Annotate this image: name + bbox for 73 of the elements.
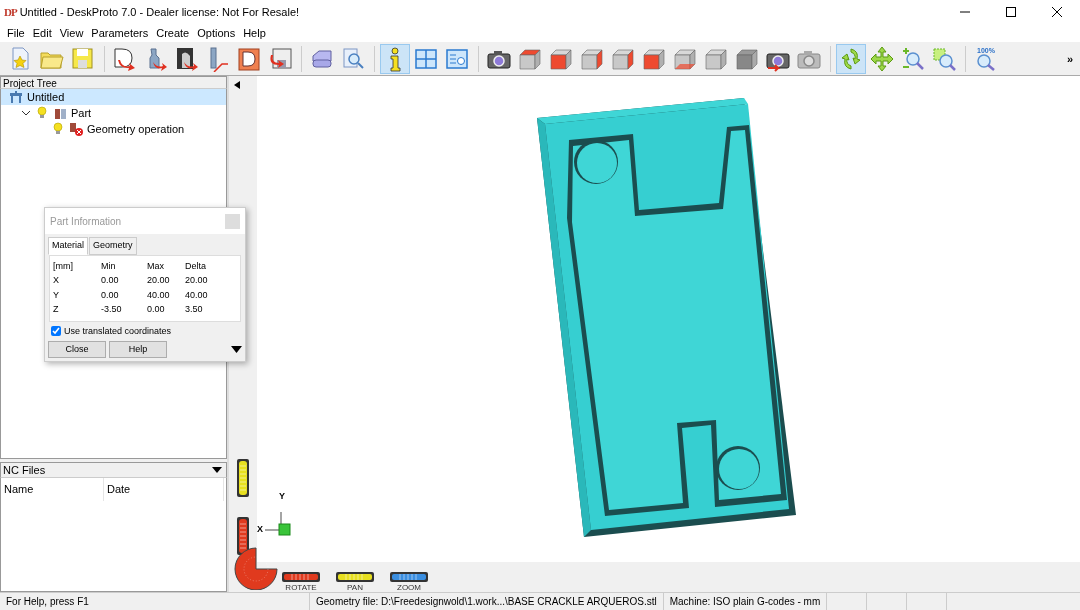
axis-label: Y — [279, 490, 285, 503]
lightbulb-icon — [51, 122, 65, 136]
menu-item[interactable]: View — [55, 24, 88, 42]
zoom-icon — [900, 45, 926, 72]
checkbox[interactable] — [51, 326, 61, 337]
more-tools-button[interactable]: » — [1062, 49, 1077, 68]
table-cell-text: 0.00 — [147, 303, 166, 316]
move-arrows-icon — [869, 45, 895, 72]
wheel-icon[interactable] — [390, 571, 428, 583]
table-cell-text: -3.50 — [101, 303, 123, 316]
table-cell-text: 0.00 — [101, 274, 120, 287]
wheel-icon[interactable] — [336, 571, 374, 583]
menu-item[interactable]: Create — [152, 24, 194, 42]
dropdown-arrow-icon[interactable] — [231, 346, 242, 353]
table-cell-text: 40.00 — [185, 288, 209, 302]
table-cell-text: Delta — [185, 259, 207, 273]
dialog-tab[interactable]: Geometry — [89, 237, 137, 255]
table-cell-text: 20.00 — [185, 274, 209, 287]
tree-item-label: Geometry operation — [87, 121, 185, 137]
table-cell-text: 20.00 — [147, 274, 171, 287]
checkbox-label: Use translated coordinates — [64, 324, 172, 338]
dialog-button[interactable]: Close — [48, 341, 106, 358]
pan-wheel[interactable] — [236, 458, 250, 498]
menu-item[interactable]: Help — [239, 24, 270, 42]
wheel-label: PAN — [347, 583, 363, 592]
app-logo: DP — [4, 4, 17, 20]
maximize-icon — [1006, 7, 1016, 17]
floppy-icon — [70, 45, 96, 72]
menu-item[interactable]: File — [3, 24, 29, 42]
table-cell-text: Min — [101, 259, 117, 273]
pane-title: Project Tree — [0, 76, 227, 89]
table-cell-text: 0.00 — [101, 288, 120, 302]
table-cell-text: 3.50 — [185, 303, 204, 316]
rotate-dial-icon[interactable] — [233, 546, 279, 590]
status-text: Machine: ISO plain G-codes - mm — [663, 593, 828, 610]
floppy-arrow-icon — [267, 45, 293, 72]
photo-arrow-icon — [174, 45, 200, 72]
window-title: Untitled - DeskProto 7.0 - Dealer license: Not For Resale! — [19, 4, 301, 20]
expanded-caret-icon[interactable] — [21, 108, 31, 118]
part-icon — [53, 106, 67, 120]
wheel-label: ZOOM — [397, 583, 421, 592]
wheel-label: ROTATE — [285, 583, 317, 592]
menu-item[interactable]: Edit — [28, 24, 56, 42]
operation-icon — [69, 122, 83, 136]
column-header[interactable]: Date — [104, 478, 224, 501]
lightbulb-icon — [35, 106, 49, 120]
tree-item-label: Part — [71, 105, 92, 121]
rotate-wheel[interactable] — [236, 516, 250, 556]
magnifier-icon — [976, 53, 996, 71]
table-cell-text: Z — [53, 303, 60, 316]
status-text: Geometry file: D:\Freedesignwold\1.work...\BASE CRACKLE ARQUEROS.stl — [310, 593, 664, 610]
tree-item-label: Untitled — [27, 89, 65, 105]
status-text: For Help, press F1 — [0, 593, 310, 610]
pane-title: NC Files — [3, 463, 47, 477]
axis-label: X — [257, 522, 263, 536]
table-cell-text: [mm] — [53, 259, 74, 273]
dialog-tab[interactable]: Material — [48, 237, 88, 255]
table-cell-text: X — [53, 274, 60, 287]
menu-item[interactable]: Options — [193, 24, 240, 42]
project-icon — [9, 90, 23, 104]
wheel-icon[interactable] — [282, 571, 320, 583]
table-cell-text: Max — [147, 259, 165, 273]
collapse-arrow-icon[interactable] — [234, 81, 240, 89]
table-cell-text: Y — [53, 288, 60, 302]
column-header[interactable]: Name — [1, 478, 104, 501]
shape-tile-icon — [236, 45, 262, 72]
zoom-window-icon — [931, 45, 957, 72]
dialog-button[interactable]: Help — [109, 341, 167, 358]
menu-item[interactable]: Parameters — [87, 24, 153, 42]
dropdown-arrow-icon[interactable] — [212, 466, 222, 474]
close-icon — [1052, 7, 1062, 17]
table-cell-text: 40.00 — [147, 288, 171, 302]
dialog-title: Part Information — [50, 214, 123, 229]
